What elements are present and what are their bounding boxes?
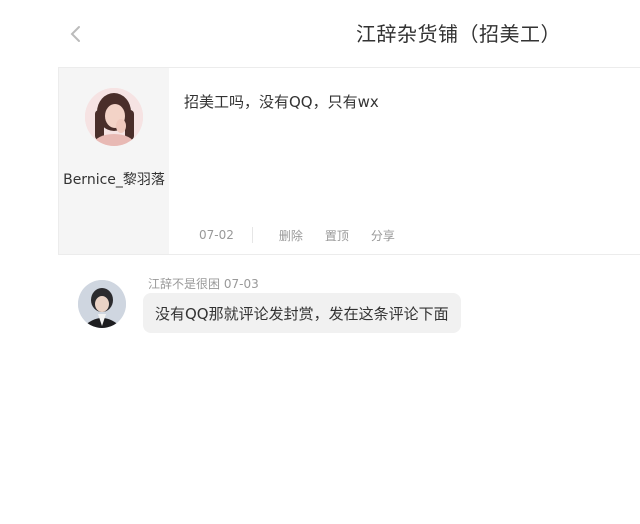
- delete-button[interactable]: 删除: [279, 227, 303, 244]
- page-title: 江辞杂货铺（招美工）: [356, 22, 561, 46]
- reply-bubble: 没有QQ那就评论发封赏，发在这条评论下面: [143, 293, 461, 333]
- post-content: 招美工吗，没有QQ，只有wx: [184, 93, 379, 111]
- share-button[interactable]: 分享: [371, 227, 395, 244]
- author-avatar[interactable]: [85, 88, 143, 146]
- post-date: 07-02: [199, 228, 234, 242]
- reply-username[interactable]: 江辞不是很困: [148, 277, 220, 291]
- author-avatar-image: [85, 88, 143, 146]
- meta-divider: [251, 227, 253, 243]
- reply-meta: 江辞不是很困 07-03: [148, 275, 259, 292]
- post-card: Bernice_黎羽落 招美工吗，没有QQ，只有wx 07-02 删除 置顶 分…: [58, 67, 640, 255]
- pin-button[interactable]: 置顶: [325, 227, 349, 244]
- author-name[interactable]: Bernice_黎羽落: [59, 169, 169, 189]
- post-meta: 07-02 删除 置顶 分享: [199, 226, 417, 244]
- reply-date: 07-03: [223, 277, 259, 291]
- author-panel: Bernice_黎羽落: [59, 68, 169, 254]
- back-button[interactable]: [64, 22, 86, 46]
- reply-avatar[interactable]: [78, 280, 126, 328]
- chevron-left-icon: [70, 26, 80, 42]
- reply-avatar-image: [78, 280, 126, 328]
